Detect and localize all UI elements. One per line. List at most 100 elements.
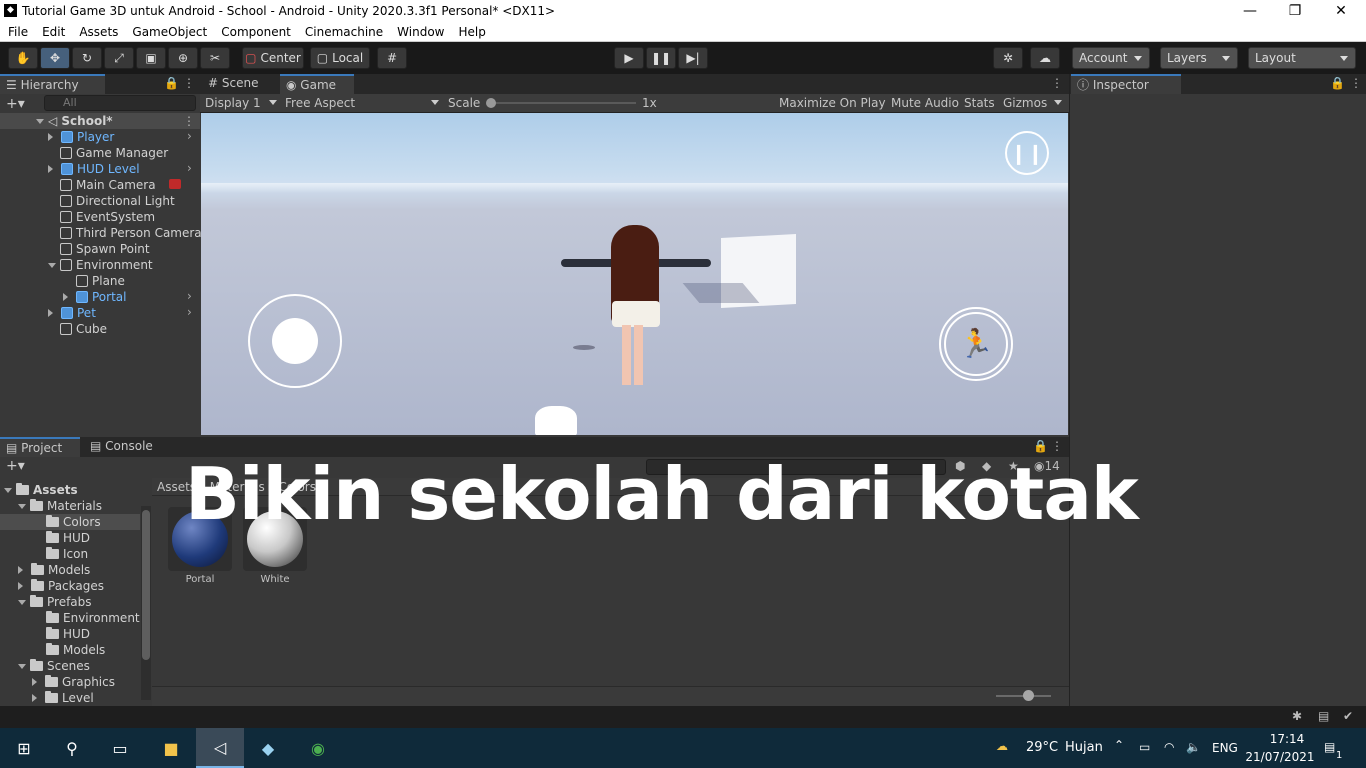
hierarchy-item-plane[interactable]: Plane <box>76 273 125 289</box>
project-more-icon[interactable]: ⋮ <box>1051 439 1063 453</box>
volume-icon[interactable]: 🔈 <box>1186 740 1201 754</box>
menu-file[interactable]: File <box>8 25 28 39</box>
wifi-icon[interactable]: ◠ <box>1164 740 1174 754</box>
tab-hierarchy[interactable]: ☰ Hierarchy <box>0 74 105 94</box>
jump-button[interactable]: 🏃 <box>939 307 1013 381</box>
menu-assets[interactable]: Assets <box>79 25 118 39</box>
project-lock-icon[interactable]: 🔒 <box>1033 439 1048 453</box>
account-dropdown[interactable]: Account <box>1072 47 1150 69</box>
folder-prefabs-hud[interactable]: HUD <box>46 626 90 642</box>
tab-scene[interactable]: # Scene <box>202 74 276 94</box>
chevron-right-icon[interactable]: › <box>187 129 192 143</box>
scale-slider-handle[interactable] <box>486 98 496 108</box>
file-explorer-icon[interactable]: ■ <box>147 728 195 768</box>
aspect-dropdown[interactable]: Free Aspect <box>285 95 439 111</box>
close-button[interactable]: ✕ <box>1318 0 1364 22</box>
scene-root[interactable]: ◁ School* <box>36 113 113 129</box>
clock-date[interactable]: 21/07/2021 <box>1244 750 1316 764</box>
folder-materials[interactable]: Materials <box>18 498 102 514</box>
weather-temp[interactable]: 29°C <box>1026 740 1058 755</box>
tab-console[interactable]: ▤ Console <box>84 437 164 457</box>
hierarchy-item-environment[interactable]: Environment <box>48 257 153 273</box>
hierarchy-item-player[interactable]: Player <box>48 129 114 145</box>
folder-prefabs-models[interactable]: Models <box>46 642 105 658</box>
folder-packages[interactable]: Packages <box>18 578 104 594</box>
cache-icon[interactable]: ▤ <box>1318 709 1329 723</box>
hierarchy-item-main-camera[interactable]: Main Camera <box>60 177 156 193</box>
task-view-icon[interactable]: ▭ <box>96 728 144 768</box>
language-indicator[interactable]: ENG <box>1212 741 1238 755</box>
hierarchy-item-third-person-camera[interactable]: Third Person Camera <box>60 225 202 241</box>
maximize-button[interactable]: ❐ <box>1272 0 1318 22</box>
rect-tool-icon[interactable]: ▣ <box>136 47 166 69</box>
hierarchy-item-eventsystem[interactable]: EventSystem <box>60 209 155 225</box>
collab-icon[interactable]: ✲ <box>993 47 1023 69</box>
weather-desc[interactable]: Hujan <box>1065 740 1103 755</box>
hierarchy-item-hud-level[interactable]: HUD Level <box>48 161 140 177</box>
rotate-tool-icon[interactable]: ↻ <box>72 47 102 69</box>
check-circle-icon[interactable]: ✔ <box>1343 709 1353 723</box>
menu-help[interactable]: Help <box>459 25 486 39</box>
create-asset-button[interactable]: +▾ <box>6 458 25 474</box>
pause-button[interactable]: ❚❚ <box>646 47 676 69</box>
gizmos-dropdown-icon[interactable] <box>1054 100 1062 109</box>
tab-inspector[interactable]: ⓘ Inspector <box>1071 74 1181 94</box>
folder-models[interactable]: Models <box>18 562 90 578</box>
game-more-icon[interactable]: ⋮ <box>1051 76 1063 90</box>
step-button[interactable]: ▶| <box>678 47 708 69</box>
icon-size-slider-handle[interactable] <box>1023 690 1034 701</box>
display-dropdown[interactable]: Display 1 <box>205 95 277 111</box>
hierarchy-item-spawn-point[interactable]: Spawn Point <box>60 241 150 257</box>
chevron-right-icon[interactable]: › <box>187 161 192 175</box>
folder-prefabs[interactable]: Prefabs <box>18 594 92 610</box>
inspector-more-icon[interactable]: ⋮ <box>1350 76 1362 90</box>
menu-window[interactable]: Window <box>397 25 444 39</box>
hierarchy-search-input[interactable]: All <box>44 95 196 111</box>
custom-tool-icon[interactable]: ✂ <box>200 47 230 69</box>
more-icon[interactable]: ⋮ <box>183 76 195 90</box>
move-tool-icon[interactable]: ✥ <box>40 47 70 69</box>
windows-start-icon[interactable]: ⊞ <box>0 728 48 768</box>
minimize-button[interactable]: — <box>1227 0 1273 22</box>
chevron-right-icon[interactable]: › <box>187 305 192 319</box>
lock-icon[interactable]: 🔒 <box>164 76 179 90</box>
folder-level[interactable]: Level <box>32 690 94 706</box>
maximize-on-play-toggle[interactable]: Maximize On Play <box>779 95 886 111</box>
search-icon[interactable]: ⚲ <box>48 728 96 768</box>
menu-component[interactable]: Component <box>221 25 291 39</box>
hierarchy-item-pet[interactable]: Pet <box>48 305 96 321</box>
folder-scenes[interactable]: Scenes <box>18 658 90 674</box>
folder-hud[interactable]: HUD <box>46 530 90 546</box>
transform-tool-icon[interactable]: ⊕ <box>168 47 198 69</box>
mute-audio-toggle[interactable]: Mute Audio <box>891 95 959 111</box>
gizmos-toggle[interactable]: Gizmos <box>1003 95 1047 111</box>
joystick-knob[interactable] <box>272 318 318 364</box>
layout-dropdown[interactable]: Layout <box>1248 47 1356 69</box>
bug-icon[interactable]: ✱ <box>1292 709 1302 723</box>
menu-cinemachine[interactable]: Cinemachine <box>305 25 383 39</box>
unity-taskbar-icon[interactable]: ◁ <box>196 728 244 768</box>
scale-slider-track[interactable] <box>490 102 636 104</box>
folder-environment[interactable]: Environment <box>46 610 140 626</box>
chevron-right-icon[interactable]: › <box>187 289 192 303</box>
scale-tool-icon[interactable]: ⤢ <box>104 47 134 69</box>
add-object-button[interactable]: +▾ <box>6 96 25 112</box>
menu-gameobject[interactable]: GameObject <box>132 25 207 39</box>
stats-toggle[interactable]: Stats <box>964 95 995 111</box>
pause-icon[interactable]: ❙❙ <box>1005 131 1049 175</box>
folder-graphics[interactable]: Graphics <box>32 674 115 690</box>
hierarchy-item-portal[interactable]: Portal <box>63 289 126 305</box>
hierarchy-item-directional-light[interactable]: Directional Light <box>60 193 175 209</box>
clock-time[interactable]: 17:14 <box>1260 732 1314 746</box>
pivot-local-button[interactable]: ▢ Local <box>310 47 370 69</box>
menu-edit[interactable]: Edit <box>42 25 65 39</box>
hierarchy-item-cube[interactable]: Cube <box>60 321 107 337</box>
battery-icon[interactable]: ▭ <box>1139 740 1150 754</box>
layers-dropdown[interactable]: Layers <box>1160 47 1238 69</box>
grid-snap-icon[interactable]: # <box>377 47 407 69</box>
play-button[interactable]: ▶ <box>614 47 644 69</box>
cloud-icon[interactable]: ☁ <box>1030 47 1060 69</box>
hierarchy-item-game-manager[interactable]: Game Manager <box>60 145 168 161</box>
folder-assets[interactable]: Assets <box>4 482 78 498</box>
tree-scrollbar-thumb[interactable] <box>142 510 150 660</box>
